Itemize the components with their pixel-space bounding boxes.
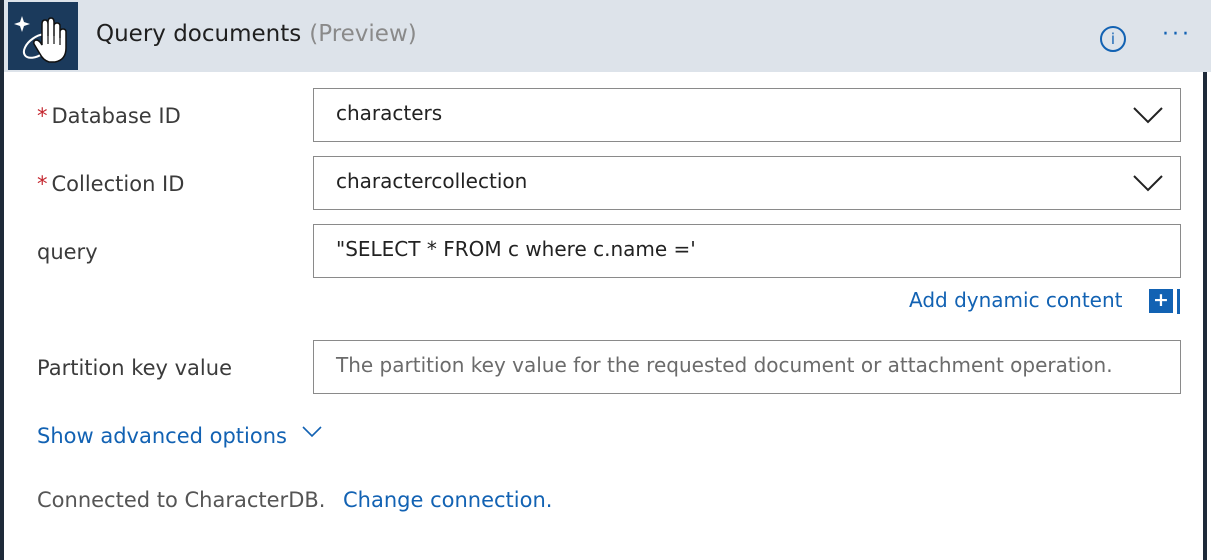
database-id-label-text: Database ID (51, 104, 181, 128)
chevron-down-icon[interactable] (301, 425, 323, 439)
database-id-value: characters (336, 101, 443, 125)
required-marker: * (37, 104, 48, 128)
cosmosdb-sparkle-hand-icon (8, 2, 78, 70)
chevron-down-icon (1133, 107, 1163, 124)
partition-key-input[interactable]: The partition key value for the requeste… (313, 340, 1181, 394)
database-id-dropdown[interactable]: characters (313, 88, 1181, 142)
card-subtitle: (Preview) (309, 21, 417, 47)
collection-id-dropdown[interactable]: charactercollection (313, 156, 1181, 210)
show-advanced-options-link[interactable]: Show advanced options (37, 424, 287, 448)
divider (1177, 289, 1180, 314)
change-connection-link[interactable]: Change connection. (343, 488, 552, 512)
database-id-label: * Database ID (37, 104, 181, 128)
query-value: "SELECT * FROM c where c.name =' (336, 237, 696, 261)
collection-id-label: * Collection ID (37, 172, 184, 196)
plus-icon[interactable]: + (1149, 289, 1173, 313)
info-icon[interactable]: i (1100, 26, 1126, 52)
action-card: Query documents (Preview) i ··· * Database… (0, 0, 1211, 560)
query-label: query (37, 240, 98, 264)
partition-key-placeholder: The partition key value for the requeste… (336, 353, 1113, 377)
card-header[interactable]: Query documents (Preview) i ··· (4, 0, 1211, 72)
query-input[interactable]: "SELECT * FROM c where c.name =' (313, 224, 1181, 278)
partition-key-label: Partition key value (37, 356, 232, 380)
card-title: Query documents (Preview) (96, 21, 417, 47)
more-ellipsis-icon[interactable]: ··· (1162, 22, 1192, 47)
collection-id-label-text: Collection ID (51, 172, 185, 196)
required-marker: * (37, 172, 48, 196)
chevron-down-icon (1133, 175, 1163, 192)
connection-status: Connected to CharacterDB. (37, 488, 326, 512)
collection-id-value: charactercollection (336, 169, 528, 193)
card-title-text: Query documents (96, 21, 302, 47)
add-dynamic-content-link[interactable]: Add dynamic content (909, 288, 1123, 312)
